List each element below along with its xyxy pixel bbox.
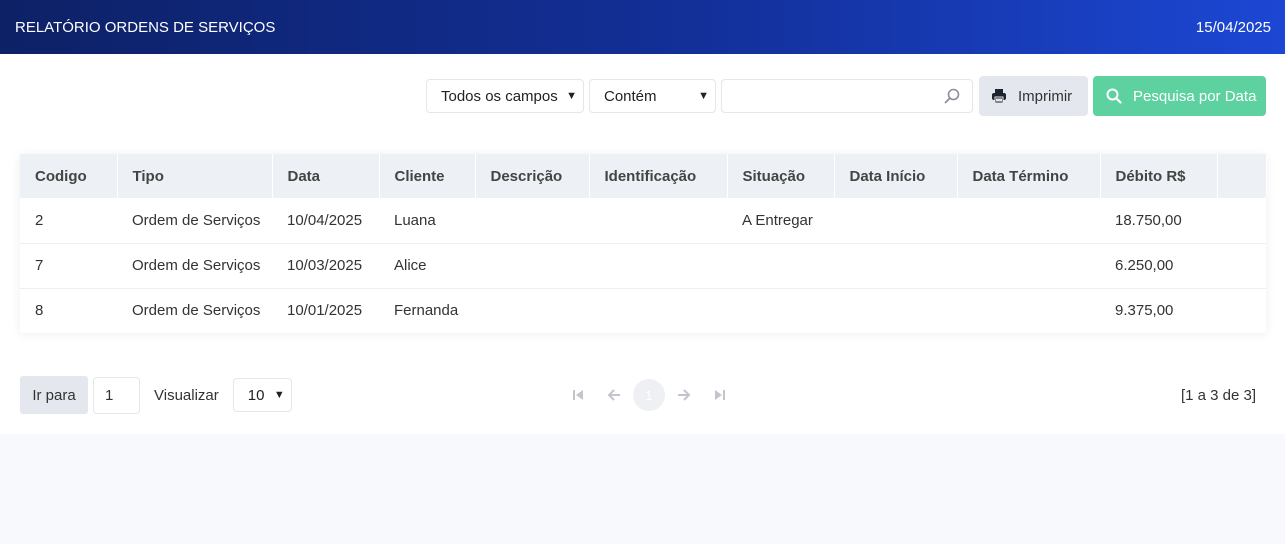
cell-tipo: Ordem de Serviços <box>117 243 272 289</box>
table-header-row: Codigo Tipo Data Cliente Descrição Ident… <box>20 154 1267 198</box>
date-search-label: Pesquisa por Data <box>1133 87 1257 105</box>
pagination-bar: Ir para 1 Visualizar 10 ▼ 1 [1 a 3 de 3] <box>20 376 1266 414</box>
column-header-cliente[interactable]: Cliente <box>379 154 476 198</box>
cell-data-termino <box>957 288 1100 333</box>
print-button[interactable]: Imprimir <box>979 76 1088 116</box>
page-navigation: 1 <box>560 376 738 414</box>
condition-select[interactable]: Contém ▼ <box>589 79 716 113</box>
column-header-actions <box>1217 154 1267 198</box>
search-input[interactable] <box>721 79 973 113</box>
column-header-descricao[interactable]: Descrição <box>475 154 590 198</box>
table-row[interactable]: 2 Ordem de Serviços 10/04/2025 Luana A E… <box>20 198 1266 244</box>
chevron-down-icon: ▼ <box>698 90 709 102</box>
cell-descricao <box>475 243 589 289</box>
filter-toolbar: Todos os campos ▼ Contém ▼ Imprimir Pesq… <box>426 76 1266 116</box>
page-title: RELATÓRIO ORDENS DE SERVIÇOS <box>15 18 276 36</box>
next-page-button[interactable] <box>666 378 702 412</box>
top-bar: RELATÓRIO ORDENS DE SERVIÇOS 15/04/2025 <box>0 0 1285 54</box>
cell-debito: 6.250,00 <box>1100 243 1217 289</box>
cell-debito: 18.750,00 <box>1100 198 1217 244</box>
orders-table: Codigo Tipo Data Cliente Descrição Ident… <box>20 154 1267 333</box>
table-row[interactable]: 8 Ordem de Serviços 10/01/2025 Fernanda … <box>20 288 1266 333</box>
column-header-codigo[interactable]: Codigo <box>20 154 118 198</box>
cell-descricao <box>475 288 589 333</box>
cell-data-inicio <box>834 288 957 333</box>
current-date: 15/04/2025 <box>1195 18 1271 36</box>
goto-page-button[interactable]: Ir para <box>20 376 88 414</box>
cell-cliente: Luana <box>379 198 475 244</box>
column-header-data-termino[interactable]: Data Término <box>957 154 1101 198</box>
cell-situacao <box>727 288 834 333</box>
cell-cliente: Fernanda <box>394 302 459 320</box>
cell-data: 10/03/2025 <box>272 243 379 289</box>
print-button-label: Imprimir <box>1018 87 1073 105</box>
column-header-situacao[interactable]: Situação <box>727 154 835 198</box>
cell-situacao <box>727 243 834 289</box>
chevron-down-icon: ▼ <box>566 90 577 102</box>
goto-page-input[interactable]: 1 <box>93 376 140 414</box>
main-content: Todos os campos ▼ Contém ▼ Imprimir Pesq… <box>0 54 1285 434</box>
table-row[interactable]: 7 Ordem de Serviços 10/03/2025 Alice 6.2… <box>20 243 1266 289</box>
last-page-button[interactable] <box>702 378 738 412</box>
cell-situacao: A Entregar <box>727 198 834 244</box>
first-page-icon <box>573 390 583 400</box>
cell-actions <box>1217 198 1266 244</box>
field-select[interactable]: Todos os campos ▼ <box>426 79 584 113</box>
results-range: [1 a 3 de 3] <box>1170 381 1266 409</box>
cell-codigo: 2 <box>20 198 117 244</box>
cell-data-inicio <box>834 243 957 289</box>
cell-actions <box>1217 243 1266 289</box>
arrow-left-icon <box>607 389 620 401</box>
rows-per-page-value: 10 <box>247 386 265 404</box>
cell-descricao <box>475 198 589 244</box>
printer-icon <box>992 89 1006 104</box>
column-header-data-inicio[interactable]: Data Início <box>834 154 958 198</box>
cell-data: 10/04/2025 <box>272 198 379 244</box>
condition-select-value: Contém <box>604 87 657 105</box>
cell-data-inicio <box>834 198 957 244</box>
cell-identificacao <box>589 243 727 289</box>
cell-debito: 9.375,00 <box>1115 302 1174 320</box>
prev-page-button[interactable] <box>596 378 632 412</box>
first-page-button[interactable] <box>560 378 596 412</box>
rows-per-page-label: Visualizar <box>154 386 219 404</box>
column-header-debito[interactable]: Débito R$ <box>1100 154 1218 198</box>
cell-data-termino <box>957 243 1100 289</box>
arrow-right-icon <box>678 389 691 401</box>
cell-codigo: 7 <box>20 243 117 289</box>
cell-actions <box>1217 288 1266 333</box>
search-icon <box>944 88 960 104</box>
column-header-data[interactable]: Data <box>272 154 380 198</box>
cell-cliente: Alice <box>379 243 475 289</box>
chevron-down-icon: ▼ <box>273 389 285 401</box>
cell-data-termino <box>957 198 1100 244</box>
rows-per-page-select[interactable]: 10 ▼ <box>232 378 292 412</box>
cell-codigo: 8 <box>35 302 44 320</box>
cell-identificacao <box>589 198 727 244</box>
current-page-indicator[interactable]: 1 <box>633 379 665 411</box>
date-search-button[interactable]: Pesquisa por Data <box>1093 76 1266 116</box>
field-select-value: Todos os campos <box>441 87 558 105</box>
cell-identificacao <box>589 288 727 333</box>
cell-tipo: Ordem de Serviços <box>132 302 261 320</box>
search-icon <box>1106 88 1122 104</box>
cell-data: 10/01/2025 <box>287 302 363 320</box>
cell-tipo: Ordem de Serviços <box>117 198 272 244</box>
column-header-identificacao[interactable]: Identificação <box>589 154 728 198</box>
last-page-icon <box>715 390 725 400</box>
column-header-tipo[interactable]: Tipo <box>117 154 273 198</box>
